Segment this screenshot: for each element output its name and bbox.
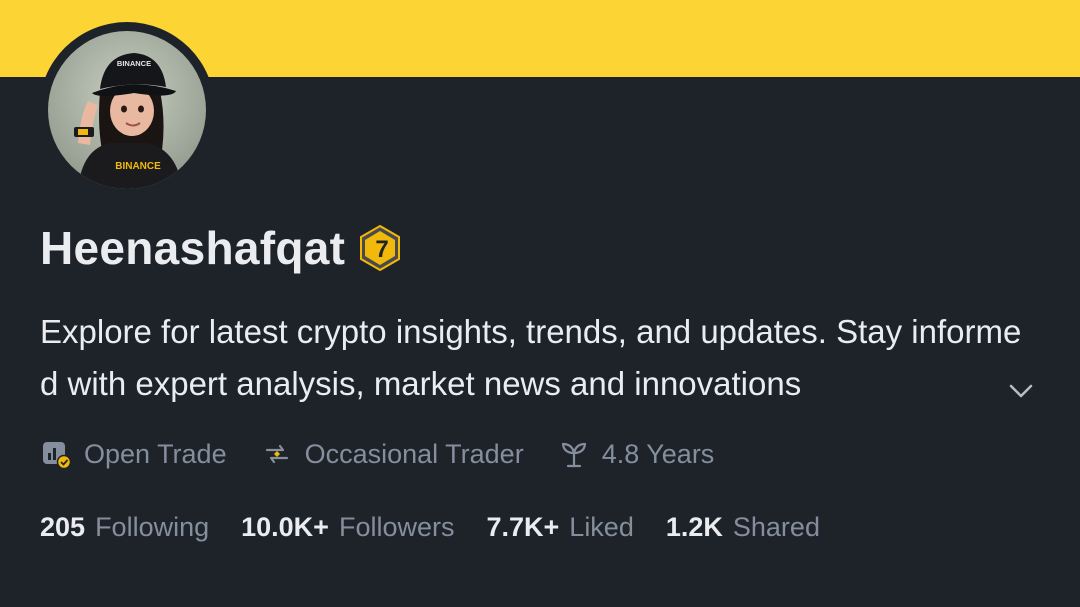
badge-level: 7 (376, 236, 389, 263)
stat-followers-value: 10.0K+ (241, 511, 329, 542)
avatar-hat-logo: BINANCE (117, 59, 151, 68)
meta-occasional-trader-label: Occasional Trader (304, 438, 524, 469)
meta-occasional-trader[interactable]: Occasional Trader (261, 438, 524, 470)
meta-open-trade[interactable]: Open Trade (40, 438, 227, 470)
stat-liked-label: Liked (569, 511, 634, 542)
avatar-shirt-logo: BINANCE (115, 161, 161, 172)
profile-stats: 205 Following 10.0K+ Followers 7.7K+ Lik… (40, 505, 852, 549)
stat-following-label: Following (95, 511, 210, 542)
chevron-down-icon[interactable] (1006, 376, 1036, 406)
meta-years-label: 4.8 Years (601, 438, 715, 469)
stat-shared[interactable]: 1.2K Shared (666, 512, 820, 543)
occasional-trader-icon (265, 444, 288, 464)
sprout-icon (561, 442, 586, 468)
level-7-badge-icon[interactable]: 7 (358, 224, 402, 272)
meta-open-trade-label: Open Trade (84, 438, 227, 469)
avatar-image: BINANCE BINANCE (48, 31, 206, 189)
profile-name: Heenashafqat (40, 222, 346, 274)
stat-liked-value: 7.7K+ (486, 511, 560, 542)
open-trade-icon (43, 442, 72, 470)
stat-following[interactable]: 205 Following (40, 512, 209, 543)
stat-followers[interactable]: 10.0K+ Followers (241, 512, 454, 543)
stat-followers-label: Followers (338, 511, 455, 542)
meta-years[interactable]: 4.8 Years (558, 438, 715, 470)
stat-following-value: 205 (40, 511, 86, 542)
profile-meta: Open Trade Occasional Trader 4.8 Years (40, 432, 748, 476)
avatar[interactable]: BINANCE BINANCE (39, 22, 215, 198)
profile-bio: Explore for latest crypto insights, tren… (40, 313, 1022, 402)
stat-liked[interactable]: 7.7K+ Liked (486, 512, 633, 543)
stat-shared-label: Shared (732, 511, 820, 542)
stat-shared-value: 1.2K (665, 511, 723, 542)
